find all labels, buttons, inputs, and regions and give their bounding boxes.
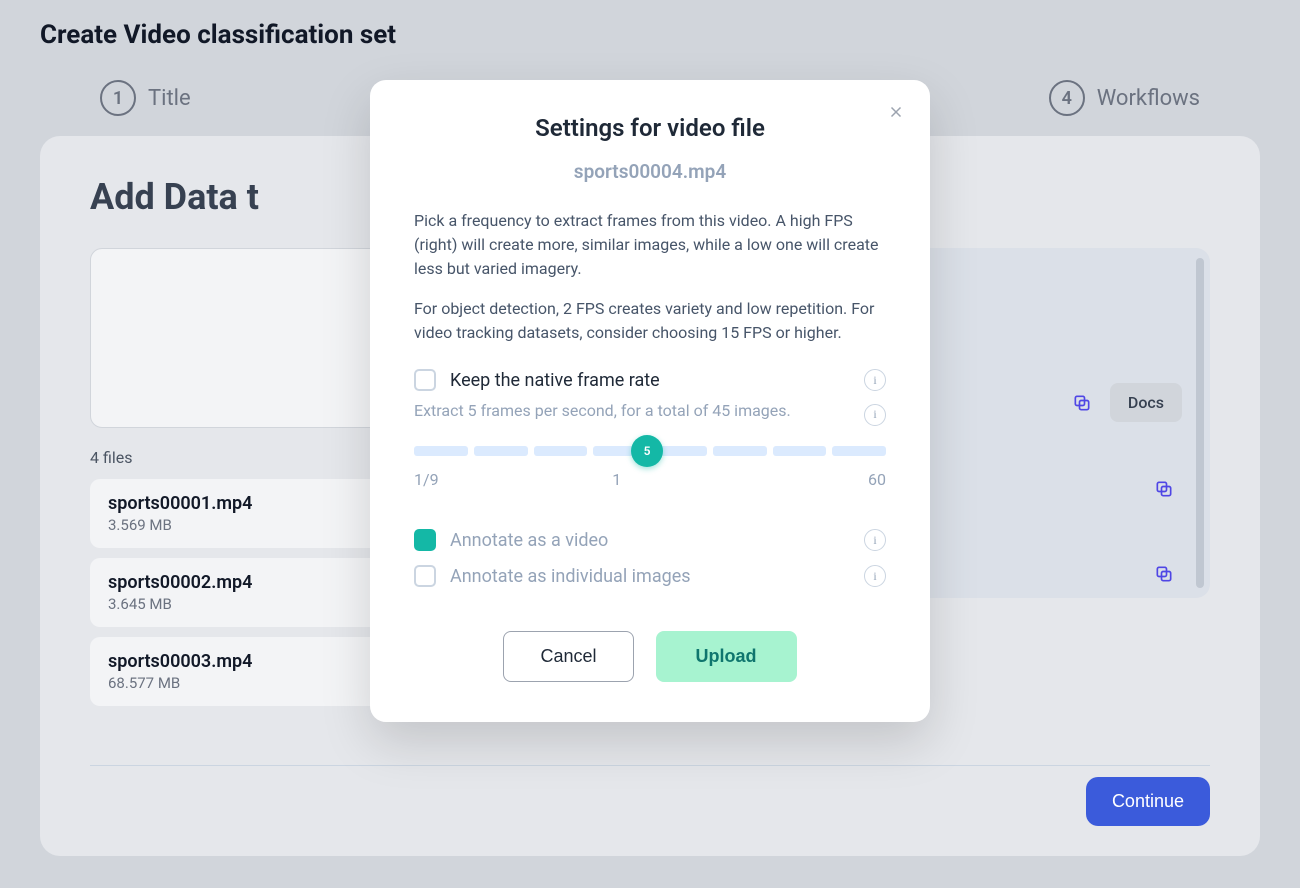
annotate-video-checkbox[interactable] [414,529,436,551]
upload-button[interactable]: Upload [656,631,797,682]
keep-native-checkbox[interactable] [414,369,436,391]
slider-thumb[interactable]: 5 [631,435,663,467]
slider-min-label: 1/9 [414,470,439,489]
modal-description-1: Pick a frequency to extract frames from … [414,209,886,281]
video-settings-modal: Settings for video file sports00004.mp4 … [370,80,930,722]
modal-description-2: For object detection, 2 FPS creates vari… [414,297,886,345]
annotate-images-checkbox[interactable] [414,565,436,587]
modal-filename: sports00004.mp4 [414,160,886,183]
info-icon[interactable]: i [864,565,886,587]
fps-slider[interactable]: 5 1/9 1 60 [414,446,886,489]
keep-native-label: Keep the native frame rate [450,370,660,391]
annotate-video-label: Annotate as a video [450,530,608,551]
extract-summary: Extract 5 frames per second, for a total… [414,401,791,420]
annotate-images-label: Annotate as individual images [450,566,691,587]
modal-title: Settings for video file [414,114,886,142]
info-icon[interactable]: i [864,404,886,426]
close-icon[interactable] [884,100,908,124]
modal-overlay: Settings for video file sports00004.mp4 … [0,0,1300,888]
info-icon[interactable]: i [864,529,886,551]
cancel-button[interactable]: Cancel [503,631,633,682]
slider-max-label: 60 [868,470,886,489]
info-icon[interactable]: i [864,369,886,391]
slider-mid-label: 1 [612,470,621,489]
